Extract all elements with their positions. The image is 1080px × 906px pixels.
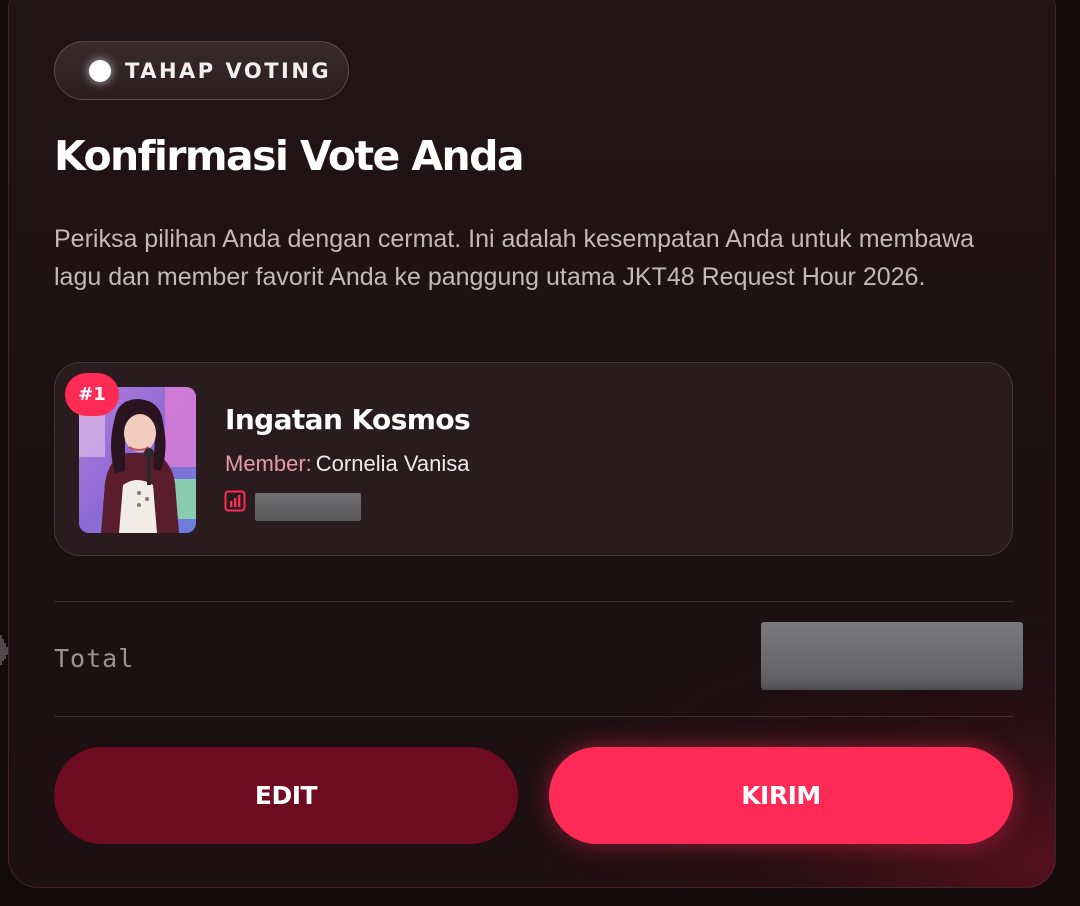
total-label: Total bbox=[54, 644, 135, 673]
selected-vote-item: #1 Ingatan Kosmos Member: Cornelia Vanisa bbox=[54, 362, 1013, 556]
description-text: Periksa pilihan Anda dengan cermat. Ini … bbox=[54, 225, 975, 291]
member-name: Cornelia Vanisa bbox=[315, 451, 470, 476]
redacted-total-value bbox=[761, 622, 1023, 690]
rank-badge: #1 bbox=[65, 373, 119, 416]
member-label: Member: bbox=[225, 451, 312, 476]
divider-bottom bbox=[54, 716, 1013, 717]
badge-label: TAHAP VOTING bbox=[125, 58, 332, 83]
page-title: Konfirmasi Vote Anda bbox=[54, 132, 525, 180]
status-dot-icon bbox=[89, 59, 111, 82]
send-button[interactable]: KIRIM bbox=[549, 747, 1013, 844]
redacted-vote-count bbox=[255, 493, 361, 521]
edit-button[interactable]: EDIT bbox=[54, 747, 518, 844]
bar-chart-icon bbox=[224, 490, 246, 512]
voting-stage-badge: TAHAP VOTING bbox=[54, 41, 349, 100]
member-info: Member: Cornelia Vanisa bbox=[225, 451, 469, 477]
song-title: Ingatan Kosmos bbox=[225, 403, 471, 436]
page: TAHAP VOTING Konfirmasi Vote Anda Periks… bbox=[0, 0, 1080, 906]
divider-top bbox=[54, 601, 1013, 602]
